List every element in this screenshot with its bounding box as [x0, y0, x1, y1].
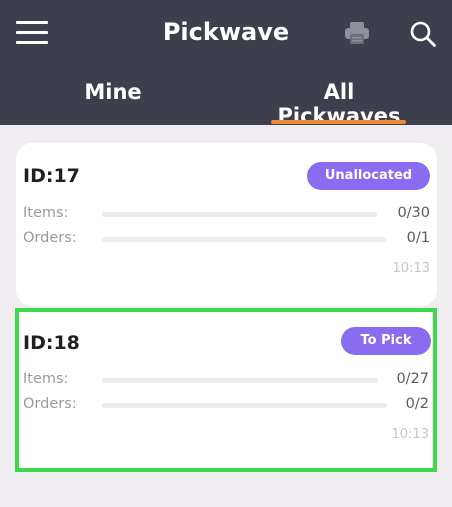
- tab-mine[interactable]: Mine: [52, 80, 174, 114]
- pickwave-time: 10:13: [392, 261, 430, 276]
- orders-progress-bar: [102, 237, 386, 242]
- orders-count: 0/1: [406, 230, 430, 246]
- orders-label: Orders:: [23, 230, 77, 246]
- tab-all-pickwaves[interactable]: All Pickwaves: [262, 80, 416, 128]
- active-tab-indicator: [271, 120, 406, 124]
- page-title: Pickwave: [162, 18, 290, 46]
- pickwave-time: 10:13: [391, 427, 429, 442]
- status-badge: Unallocated: [307, 162, 430, 190]
- app-header: Pickwave Mine All Pickwaves: [0, 0, 452, 128]
- printer-icon[interactable]: [343, 20, 371, 46]
- items-count: 0/30: [397, 205, 430, 221]
- pickwave-id: ID:18: [23, 332, 80, 354]
- pickwave-card[interactable]: ID:17 Unallocated Items: 0/30 Orders: 0/…: [16, 143, 437, 306]
- orders-progress-bar: [102, 403, 387, 408]
- items-count: 0/27: [396, 371, 429, 387]
- items-label: Items:: [23, 205, 69, 221]
- orders-label: Orders:: [23, 396, 77, 412]
- items-progress-bar: [102, 212, 377, 217]
- search-icon[interactable]: [409, 20, 437, 48]
- items-progress-bar: [102, 378, 378, 383]
- pickwave-id: ID:17: [23, 165, 80, 187]
- orders-count: 0/2: [405, 396, 429, 412]
- status-badge: To Pick: [341, 327, 431, 355]
- items-label: Items:: [23, 371, 69, 387]
- pickwave-card-selected[interactable]: ID:18 To Pick Items: 0/27 Orders: 0/2 10…: [15, 308, 437, 472]
